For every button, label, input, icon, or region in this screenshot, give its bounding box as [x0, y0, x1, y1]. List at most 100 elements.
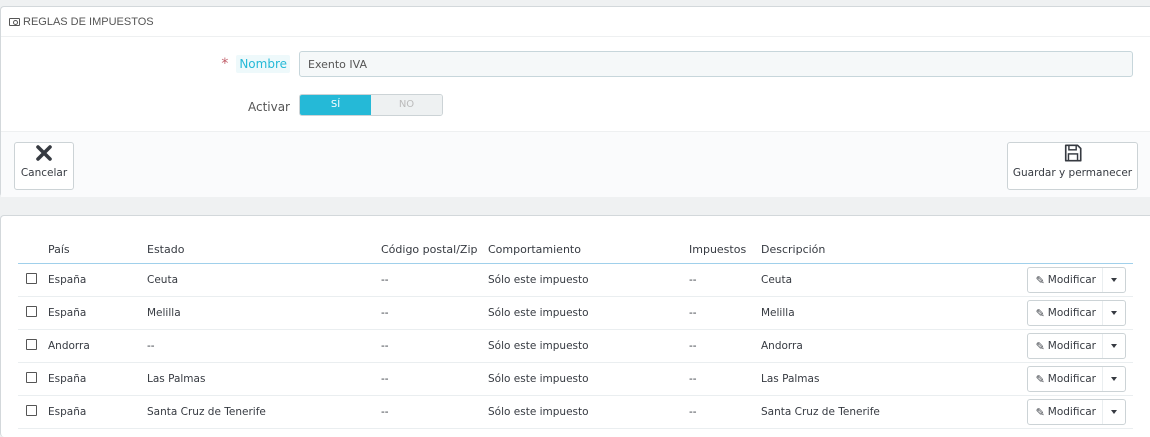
- row-actions: ✎ Modificar: [1026, 267, 1126, 293]
- modify-button[interactable]: ✎ Modificar: [1028, 268, 1103, 292]
- required-marker: *: [221, 56, 229, 72]
- header-tax: Impuestos: [689, 236, 761, 264]
- cell-zip: --: [381, 395, 488, 429]
- cell-description: Melilla: [761, 296, 993, 330]
- pencil-icon: ✎: [1035, 339, 1045, 353]
- cancel-button[interactable]: Cancelar: [14, 142, 74, 190]
- switch-yes[interactable]: SÍ: [300, 95, 371, 115]
- cell-tax: --: [689, 329, 761, 363]
- cell-state: Melilla: [147, 296, 381, 330]
- save-stay-button[interactable]: Guardar y permanecer: [1007, 142, 1138, 190]
- cancel-label: Cancelar: [20, 167, 68, 179]
- modify-label: Modificar: [1047, 274, 1096, 286]
- modify-button[interactable]: ✎ Modificar: [1028, 400, 1103, 424]
- header-zip: Código postal/Zip: [381, 236, 488, 264]
- save-label: Guardar y permanecer: [1012, 167, 1133, 179]
- row-checkbox[interactable]: [26, 273, 37, 284]
- actions-dropdown-button[interactable]: [1103, 400, 1125, 424]
- active-label: Activar: [247, 100, 290, 114]
- tax-rules-panel: REGLAS DE IMPUESTOS * Nombre Activar SÍ N…: [0, 6, 1150, 197]
- cell-state: Santa Cruz de Tenerife: [147, 395, 381, 429]
- row-actions: ✎ Modificar: [1026, 366, 1126, 392]
- cell-country: España: [48, 296, 147, 330]
- header-behavior: Comportamiento: [488, 236, 689, 264]
- cell-tax: --: [689, 296, 761, 330]
- header-description: Descripción: [761, 236, 993, 264]
- caret-down-icon: [1111, 311, 1117, 315]
- cell-behavior: Sólo este impuesto: [488, 395, 689, 429]
- cell-country: España: [48, 263, 147, 297]
- cell-description: Las Palmas: [761, 362, 993, 396]
- cell-zip: --: [381, 362, 488, 396]
- name-input[interactable]: [299, 51, 1133, 77]
- table-header-row: País Estado Código postal/Zip Comportami…: [18, 236, 1133, 264]
- cell-state: Ceuta: [147, 263, 381, 297]
- row-actions: ✎ Modificar: [1026, 300, 1126, 326]
- name-label-text: Nombre: [236, 55, 290, 73]
- table-row: España Melilla -- Sólo este impuesto -- …: [18, 296, 1133, 330]
- save-icon: [1064, 144, 1082, 162]
- cell-behavior: Sólo este impuesto: [488, 362, 689, 396]
- modify-button[interactable]: ✎ Modificar: [1028, 334, 1103, 358]
- cell-behavior: Sólo este impuesto: [488, 329, 689, 363]
- row-checkbox[interactable]: [26, 405, 37, 416]
- pencil-icon: ✎: [1035, 405, 1045, 419]
- active-row: Activar SÍ NO: [1, 94, 1150, 120]
- actions-dropdown-button[interactable]: [1103, 334, 1125, 358]
- table-row: Andorra -- -- Sólo este impuesto -- Ando…: [18, 329, 1133, 363]
- cell-country: España: [48, 362, 147, 396]
- row-checkbox[interactable]: [26, 306, 37, 317]
- modify-label: Modificar: [1047, 340, 1096, 352]
- header-actions: [993, 236, 1133, 264]
- row-checkbox[interactable]: [26, 339, 37, 350]
- cell-state: --: [147, 329, 381, 363]
- caret-down-icon: [1111, 377, 1117, 381]
- panel-title: REGLAS DE IMPUESTOS: [23, 15, 154, 28]
- panel-heading: REGLAS DE IMPUESTOS: [1, 7, 1150, 37]
- caret-down-icon: [1111, 410, 1117, 414]
- pencil-icon: ✎: [1035, 372, 1045, 386]
- modify-button[interactable]: ✎ Modificar: [1028, 301, 1103, 325]
- cell-state: Las Palmas: [147, 362, 381, 396]
- tax-rules-table-panel: País Estado Código postal/Zip Comportami…: [0, 215, 1150, 437]
- caret-down-icon: [1111, 344, 1117, 348]
- row-actions: ✎ Modificar: [1026, 399, 1126, 425]
- actions-dropdown-button[interactable]: [1103, 367, 1125, 391]
- header-state: Estado: [147, 236, 381, 264]
- close-icon: [36, 145, 52, 161]
- pencil-icon: ✎: [1035, 306, 1045, 320]
- cell-behavior: Sólo este impuesto: [488, 296, 689, 330]
- table-row: España Las Palmas -- Sólo este impuesto …: [18, 362, 1133, 396]
- table-row: España Santa Cruz de Tenerife -- Sólo es…: [18, 395, 1133, 429]
- cell-description: Andorra: [761, 329, 993, 363]
- name-label: * Nombre: [221, 51, 290, 77]
- modify-label: Modificar: [1047, 307, 1096, 319]
- row-actions: ✎ Modificar: [1026, 333, 1126, 359]
- cell-tax: --: [689, 362, 761, 396]
- table-row: España Ceuta -- Sólo este impuesto -- Ce…: [18, 263, 1133, 297]
- panel-footer: Cancelar Guardar y permanecer: [1, 131, 1150, 197]
- modify-label: Modificar: [1047, 406, 1096, 418]
- modify-button[interactable]: ✎ Modificar: [1028, 367, 1103, 391]
- tax-rules-table: País Estado Código postal/Zip Comportami…: [18, 236, 1133, 429]
- cell-zip: --: [381, 329, 488, 363]
- header-select: [18, 236, 48, 264]
- cell-description: Santa Cruz de Tenerife: [761, 395, 993, 429]
- name-row: * Nombre: [1, 51, 1150, 77]
- cell-country: España: [48, 395, 147, 429]
- actions-dropdown-button[interactable]: [1103, 268, 1125, 292]
- cell-country: Andorra: [48, 329, 147, 363]
- caret-down-icon: [1111, 278, 1117, 282]
- cell-zip: --: [381, 263, 488, 297]
- cell-tax: --: [689, 263, 761, 297]
- money-icon: [9, 17, 20, 26]
- cell-tax: --: [689, 395, 761, 429]
- modify-label: Modificar: [1047, 373, 1096, 385]
- header-country: País: [48, 236, 147, 264]
- actions-dropdown-button[interactable]: [1103, 301, 1125, 325]
- active-switch[interactable]: SÍ NO: [299, 94, 443, 116]
- switch-no[interactable]: NO: [371, 95, 442, 115]
- cell-zip: --: [381, 296, 488, 330]
- cell-behavior: Sólo este impuesto: [488, 263, 689, 297]
- row-checkbox[interactable]: [26, 372, 37, 383]
